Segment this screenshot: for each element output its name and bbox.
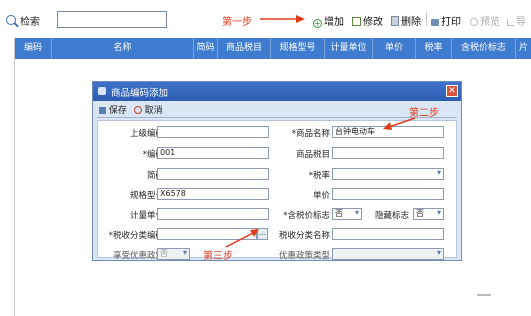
cancel-icon [133, 106, 142, 114]
col-header[interactable]: 商品税目 [218, 38, 271, 59]
product-name-label: *商品名称 [291, 129, 330, 139]
add-button[interactable]: + 增加 [313, 13, 344, 28]
hidden-flag-select[interactable]: 否 [413, 208, 444, 220]
preferential-type-label: 优惠政策类型 [278, 251, 330, 261]
delete-button[interactable]: 删除 [391, 13, 421, 28]
print-button[interactable]: 打印 [431, 13, 461, 28]
tax-rate-label: *税率 [308, 171, 330, 181]
preview-icon [470, 18, 478, 26]
tax-rate-select[interactable] [332, 168, 444, 180]
search-input[interactable] [57, 11, 167, 28]
unit-price-input[interactable] [332, 188, 444, 200]
tax-class-name-input[interactable] [332, 228, 444, 240]
cancel-button[interactable]: 取消 [133, 106, 163, 116]
preview-button[interactable]: 预览 [470, 13, 500, 28]
search-icon [6, 15, 16, 25]
unit-input[interactable] [157, 208, 269, 220]
col-header[interactable]: 税率 [416, 38, 452, 59]
preferential-type-select[interactable] [332, 248, 444, 260]
search-label: 检索 [20, 17, 40, 28]
short-code-input[interactable] [157, 168, 269, 180]
dialog-toolbar: 保存 取消 [99, 103, 163, 116]
col-header[interactable]: 简码 [194, 38, 218, 59]
spec-label: 规格型号 [129, 191, 164, 201]
mouse-cursor [477, 294, 491, 296]
add-icon: + [313, 19, 322, 28]
col-header[interactable]: 片 [516, 38, 531, 59]
tax-class-code-label: *税收分类编码 [108, 231, 164, 241]
col-header[interactable]: 单价 [373, 38, 416, 59]
form-body: 上级编码 *商品名称 台钟电动车 *编码 001 商品税目 简码 *税率 规格型… [97, 120, 457, 261]
step3-annotation: 第三步 [203, 251, 233, 262]
col-header[interactable]: 含税价标志 [452, 38, 516, 59]
tax-item-input[interactable] [332, 147, 444, 159]
dialog-title: 商品编码添加 [111, 88, 169, 99]
arrow-left-icon [383, 117, 416, 130]
edit-button[interactable]: 修改 [352, 13, 383, 28]
export-button[interactable]: 导 [507, 13, 526, 28]
parent-code-input[interactable] [157, 126, 269, 138]
export-icon [507, 19, 514, 26]
parent-code-label: 上级编码 [129, 129, 164, 139]
dialog-titlebar[interactable]: 商品编码添加 ✕ [93, 82, 461, 101]
col-header[interactable]: 名称 [52, 38, 194, 59]
preferential-label: 享受优惠政策 [112, 251, 164, 261]
arrow-right-icon [260, 15, 305, 23]
delete-icon [391, 16, 399, 26]
step1-annotation: 第一步 [222, 17, 252, 28]
unit-price-label: 单价 [312, 191, 330, 201]
code-input[interactable]: 001 [157, 147, 269, 159]
tax-class-name-label: 税收分类名称 [278, 231, 330, 241]
col-header[interactable]: 编码 [15, 38, 52, 59]
short-code-label: 简码 [146, 171, 164, 181]
add-product-dialog: 商品编码添加 ✕ 保存 取消 上级编码 *商品名称 台钟电动车 *编码 001 … [92, 81, 462, 262]
code-label: *编码 [142, 150, 164, 160]
save-button[interactable]: 保存 [99, 106, 130, 116]
hidden-flag-label: 隐藏标志 [374, 211, 409, 221]
app-icon [98, 87, 106, 95]
edit-icon [352, 17, 361, 26]
arrow-up-right-icon [225, 229, 259, 248]
toolbar: 检索 第一步 + 增加 修改 删除 打印 预览 导 [0, 0, 531, 38]
close-button[interactable]: ✕ [446, 85, 458, 97]
tax-item-label: 商品税目 [295, 150, 330, 160]
col-header[interactable]: 计量单位 [325, 38, 373, 59]
printer-icon [431, 19, 439, 26]
save-icon [99, 107, 106, 114]
tax-included-label: *含税价标志 [283, 211, 330, 221]
table-header: 编码 名称 简码 商品税目 规格型号 计量单位 单价 税率 含税价标志 片 [15, 38, 531, 59]
col-header[interactable]: 规格型号 [271, 38, 325, 59]
grid-left-border [14, 38, 15, 316]
spec-input[interactable]: X6578 [157, 188, 269, 200]
unit-label: 计量单位 [129, 211, 164, 221]
preferential-select[interactable]: 否 [157, 248, 190, 260]
